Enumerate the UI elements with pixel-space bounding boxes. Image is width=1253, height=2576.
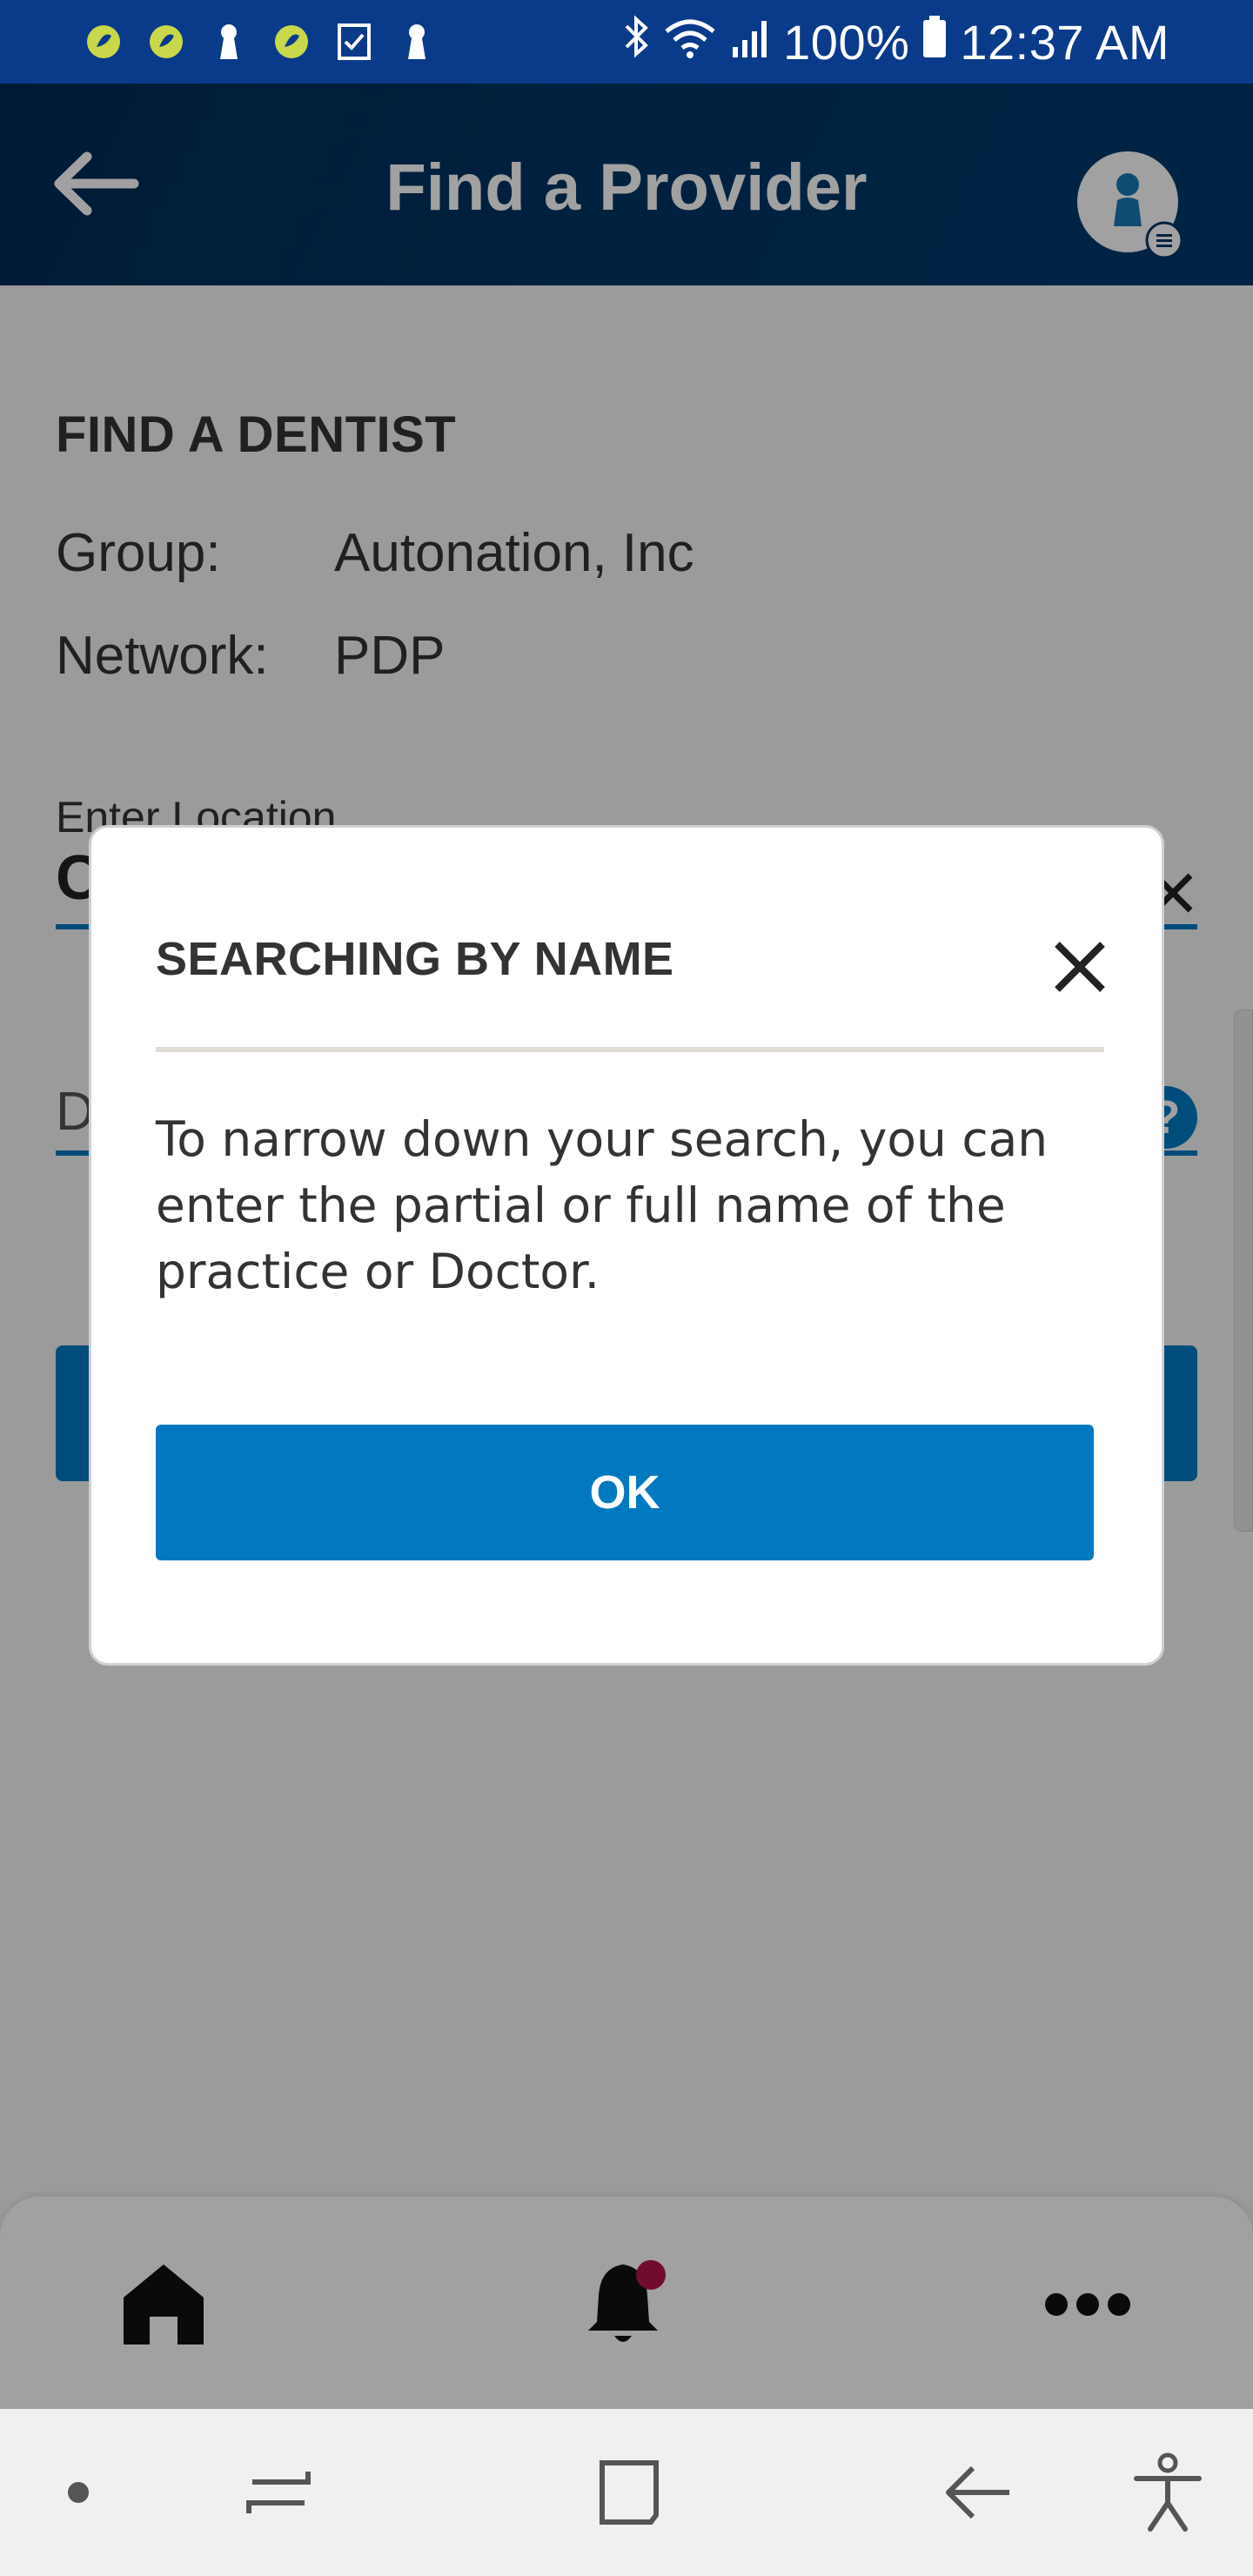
- checklist-icon: [334, 22, 374, 62]
- searching-by-name-dialog: SEARCHING BY NAME To narrow down your se…: [89, 825, 1164, 1666]
- back-arrow-icon: [946, 2465, 1009, 2519]
- signal-icon: [729, 14, 771, 70]
- wifi-icon: [663, 14, 717, 70]
- square-home-icon: [600, 2460, 659, 2525]
- status-indicators: 100% 12:37 AM: [621, 12, 1169, 71]
- bluetooth-icon: [621, 14, 651, 70]
- keyhole-icon: [209, 22, 249, 62]
- back-system-button[interactable]: [935, 2449, 1022, 2536]
- battery-percent: 100%: [783, 14, 910, 70]
- battery-icon: [921, 14, 948, 70]
- dot-icon: [68, 2482, 89, 2503]
- status-bar: 100% 12:37 AM: [0, 0, 1253, 84]
- accessibility-icon: [1134, 2452, 1202, 2532]
- notification-icons: [84, 19, 437, 64]
- app-leaf-icon: [84, 22, 124, 62]
- accessibility-button[interactable]: [1124, 2449, 1211, 2536]
- close-icon: [1055, 942, 1105, 992]
- app-leaf-icon: [146, 22, 186, 62]
- keyhole-icon: [397, 22, 437, 62]
- system-navigation-bar: [0, 2409, 1253, 2576]
- home-system-button[interactable]: [583, 2449, 670, 2536]
- clock: 12:37 AM: [960, 14, 1169, 70]
- recents-button[interactable]: [235, 2449, 322, 2536]
- ok-button[interactable]: OK: [156, 1425, 1094, 1560]
- dialog-title: SEARCHING BY NAME: [156, 933, 674, 985]
- app-leaf-icon: [271, 22, 312, 62]
- recent-apps-icon: [246, 2472, 311, 2513]
- dialog-message: To narrow down your search, you can ente…: [156, 1111, 1049, 1299]
- nav-dot-button[interactable]: [35, 2449, 122, 2536]
- dialog-divider: [156, 1047, 1104, 1052]
- dialog-close-button[interactable]: [1047, 934, 1113, 1000]
